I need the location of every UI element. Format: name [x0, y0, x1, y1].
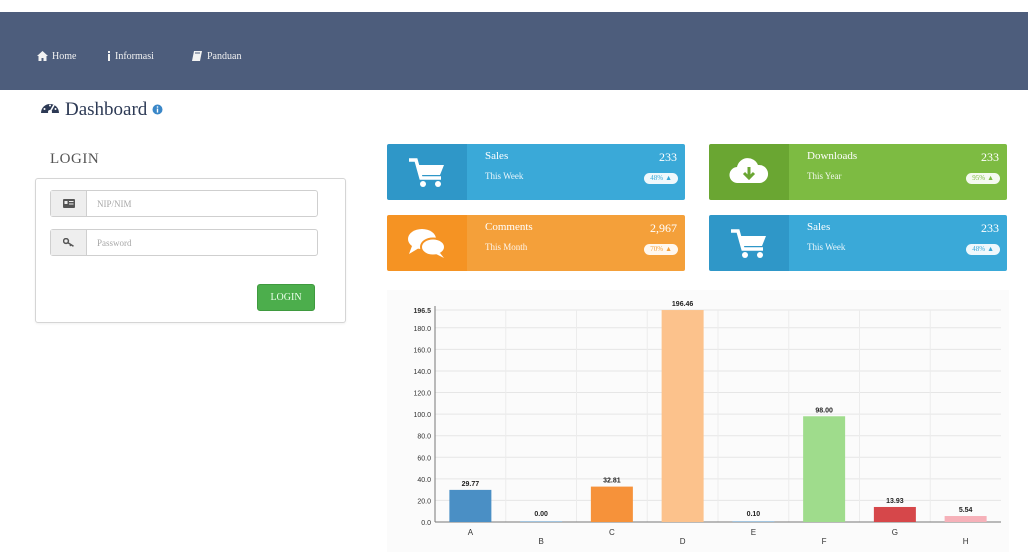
y-tick-label: 160.0 [413, 347, 431, 354]
bar-value-label: 13.93 [886, 498, 904, 505]
tile-badge-text: 95% [972, 174, 986, 182]
bar-value-label: 32.81 [603, 478, 621, 485]
tile-badge-text: 48% [650, 174, 664, 182]
y-tick-label: 180.0 [413, 326, 431, 333]
tile-badge: 48% ▲ [644, 173, 678, 184]
tile-sales-week[interactable]: Sales This Week 233 48% ▲ [387, 144, 685, 200]
home-icon [37, 51, 48, 61]
arrow-up-icon: ▲ [665, 245, 672, 253]
username-input[interactable] [87, 191, 317, 216]
y-tick-label: 140.0 [413, 369, 431, 376]
info-icon [107, 51, 111, 61]
nav-home[interactable]: Home [37, 47, 76, 65]
y-tick-label: 60.0 [417, 455, 431, 462]
nav-panduan[interactable]: Panduan [192, 47, 241, 65]
tile-downloads-year[interactable]: Downloads This Year 233 95% ▲ [709, 144, 1007, 200]
y-tick-label: 120.0 [413, 391, 431, 398]
y-tick-label: 0.0 [421, 520, 431, 527]
bar-value-label: 0.00 [534, 511, 548, 518]
tile-badge: 95% ▲ [966, 173, 1000, 184]
bar-value-label: 5.54 [959, 507, 973, 514]
username-field-group [50, 190, 318, 217]
nav-informasi[interactable]: Informasi [107, 47, 154, 65]
comments-icon [387, 215, 467, 271]
tile-subtitle: This Year [807, 171, 842, 181]
book-icon [192, 51, 203, 61]
x-tick-label: C [609, 528, 615, 537]
tile-value: 233 [981, 221, 999, 235]
password-input[interactable] [87, 230, 317, 255]
bar-a [449, 489, 492, 522]
arrow-up-icon: ▲ [665, 174, 672, 182]
key-icon [51, 230, 87, 255]
login-panel: LOGIN [35, 178, 346, 323]
page: Home Informasi Panduan Dashboard LOGIN N… [0, 0, 1028, 554]
bar-h [944, 516, 987, 522]
bar-value-label: 98.00 [815, 407, 833, 414]
info-circle-icon[interactable] [152, 99, 163, 121]
x-tick-label: F [822, 537, 827, 546]
y-tick-label: 20.0 [417, 498, 431, 505]
password-field-group [50, 229, 318, 256]
tile-value: 233 [981, 150, 999, 164]
id-card-icon [51, 191, 87, 216]
bar-chart: 0.0 20.0 40.0 60.0 80.0 100.0 120.0 140.0 160.0 1… [413, 301, 1001, 546]
cloud-download-icon [709, 144, 789, 200]
tile-body: Sales This Week 233 48% ▲ [789, 215, 1007, 271]
bar-value-label: 0.10 [747, 511, 761, 518]
tile-subtitle: This Week [485, 171, 524, 181]
x-tick-label: D [680, 537, 686, 546]
y-tick-label: 196.5 [413, 308, 431, 315]
login-title: LOGIN [50, 151, 100, 167]
arrow-up-icon: ▲ [987, 245, 994, 253]
tile-sales-week-2[interactable]: Sales This Week 233 48% ▲ [709, 215, 1007, 271]
tile-body: Sales This Week 233 48% ▲ [467, 144, 685, 200]
tile-comments-month[interactable]: Comments This Month 2,967 70% ▲ [387, 215, 685, 271]
x-tick-label: G [892, 528, 898, 537]
bar-f [803, 416, 846, 522]
tile-badge: 48% ▲ [966, 244, 1000, 255]
bar-b [520, 521, 563, 522]
bar-value-label: 196.46 [672, 301, 694, 308]
tile-title: Comments [485, 221, 533, 233]
bar-e [732, 521, 775, 522]
bar-value-label: 29.77 [462, 481, 480, 488]
x-tick-label: B [538, 537, 543, 546]
nav-home-label: Home [52, 50, 77, 62]
tile-value: 2,967 [650, 221, 677, 235]
y-tick-label: 40.0 [417, 477, 431, 484]
tile-subtitle: This Month [485, 242, 528, 252]
bar-d [661, 310, 704, 522]
nav-panduan-label: Panduan [207, 50, 242, 62]
nav-informasi-label: Informasi [115, 50, 154, 62]
tile-badge-text: 70% [650, 245, 664, 253]
tile-subtitle: This Week [807, 242, 846, 252]
page-title: Dashboard [40, 99, 163, 121]
top-navbar: Home Informasi Panduan [0, 12, 1028, 90]
x-tick-label: A [468, 528, 474, 537]
cart-icon [709, 215, 789, 271]
tile-badge: 70% ▲ [644, 244, 678, 255]
tile-badge-text: 48% [972, 245, 986, 253]
page-title-text: Dashboard [65, 99, 148, 120]
tile-title: Downloads [807, 150, 858, 162]
y-tick-label: 80.0 [417, 434, 431, 441]
dashboard-icon [40, 99, 60, 121]
login-button[interactable]: LOGIN [257, 284, 315, 311]
bar-g [873, 506, 916, 522]
tile-value: 233 [659, 150, 677, 164]
tile-title: Sales [807, 221, 831, 233]
cart-icon [387, 144, 467, 200]
tile-body: Downloads This Year 233 95% ▲ [789, 144, 1007, 200]
bar-c [590, 486, 633, 522]
bar-chart-panel: 0.0 20.0 40.0 60.0 80.0 100.0 120.0 140.0 160.0 1… [387, 290, 1009, 552]
arrow-up-icon: ▲ [987, 174, 994, 182]
tile-body: Comments This Month 2,967 70% ▲ [467, 215, 685, 271]
tile-title: Sales [485, 150, 509, 162]
x-tick-label: H [963, 537, 969, 546]
x-tick-label: E [751, 528, 756, 537]
y-tick-label: 100.0 [413, 412, 431, 419]
